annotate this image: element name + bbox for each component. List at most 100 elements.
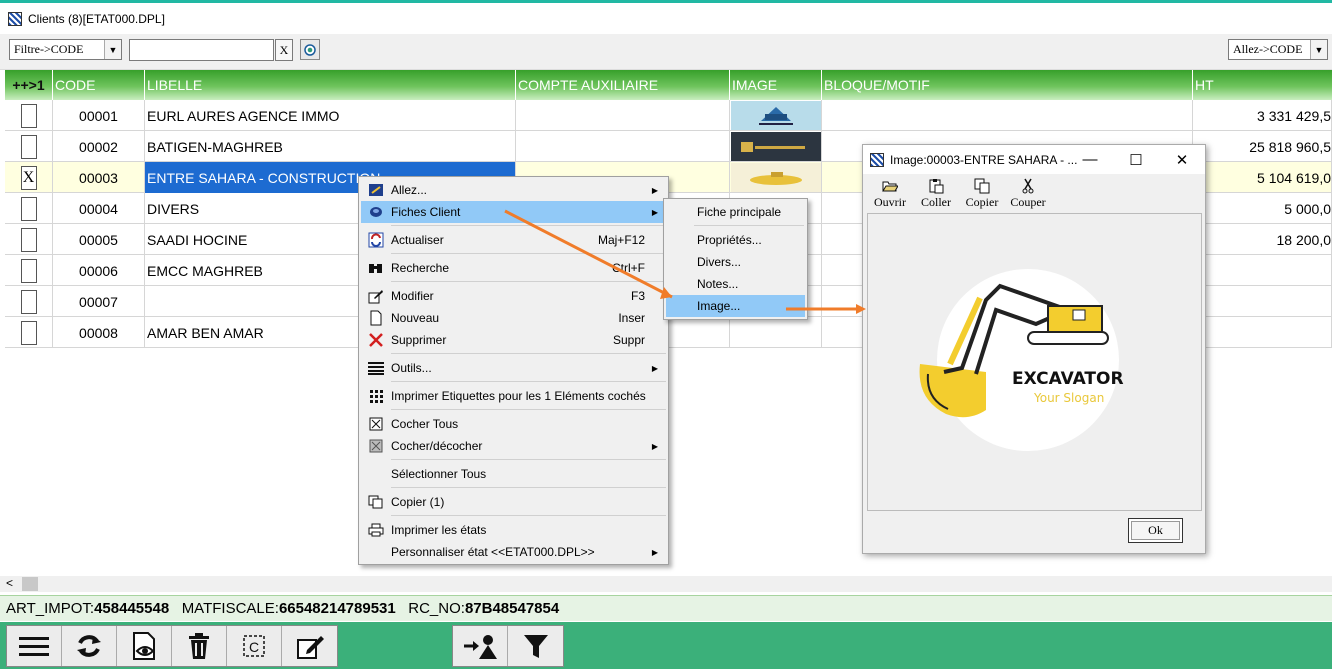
maximize-button[interactable]: ☐: [1113, 145, 1159, 174]
row-checkbox[interactable]: [20, 134, 37, 159]
menu-item-modifier[interactable]: Modifier F3: [361, 285, 666, 307]
ok-button[interactable]: Ok: [1128, 518, 1183, 543]
row-checkbox[interactable]: [20, 103, 37, 128]
scissors-icon: [1022, 178, 1034, 194]
column-header-compte[interactable]: COMPTE AUXILIAIRE: [516, 70, 730, 100]
cell-ht: 18 200,0: [1193, 224, 1332, 255]
toggle-check-icon: [369, 439, 383, 453]
menu-button[interactable]: [7, 626, 62, 666]
menu-item-supprimer[interactable]: Supprimer Suppr: [361, 329, 666, 351]
client-card-icon: [370, 207, 382, 217]
chevron-right-icon: ▶: [651, 547, 658, 557]
cell-bloque: [822, 100, 1193, 131]
filter-button[interactable]: [508, 626, 563, 666]
delete-button[interactable]: [172, 626, 227, 666]
image-window-title: Image:00003-ENTRE SAHARA - ...: [890, 152, 1078, 167]
labels-grid-icon: [370, 390, 383, 403]
menu-item-cocher-tous[interactable]: Cocher Tous: [361, 413, 666, 435]
row-checkbox[interactable]: [20, 320, 37, 345]
image-toolbar: Ouvrir Coller Copier Couper: [867, 177, 1051, 213]
menu-item-nouveau[interactable]: Nouveau Inser: [361, 307, 666, 329]
row-checkbox[interactable]: [20, 289, 37, 314]
menu-separator: [391, 281, 666, 282]
row-checkbox[interactable]: X: [20, 165, 37, 190]
cell-ht: 5 104 619,0: [1193, 162, 1332, 193]
menu-item-label: Imprimer Etiquettes pour les 1 Eléments …: [391, 389, 646, 403]
edit-button[interactable]: [282, 626, 337, 666]
menu-item-fiches-client[interactable]: Fiches Client ▶: [361, 201, 666, 223]
column-header-code[interactable]: CODE: [53, 70, 145, 100]
submenu-item-fiche-principale[interactable]: Fiche principale: [666, 201, 805, 223]
chevron-right-icon: ▶: [651, 441, 658, 451]
submenu-item-proprietes[interactable]: Propriétés...: [666, 229, 805, 251]
preview-button[interactable]: [300, 39, 320, 60]
menu-item-label: Recherche: [391, 261, 450, 275]
cell-ht: 3 331 429,5: [1193, 100, 1332, 131]
cell-ht: [1193, 286, 1332, 317]
goto-person-button[interactable]: [453, 626, 508, 666]
menu-item-outils[interactable]: Outils... ▶: [361, 357, 666, 379]
paste-tool[interactable]: Coller: [913, 177, 959, 213]
submenu-item-image[interactable]: Image...: [666, 295, 805, 317]
menu-item-label: Copier (1): [391, 495, 445, 509]
row-checkbox[interactable]: [20, 227, 37, 252]
column-header-bloque[interactable]: BLOQUE/MOTIF: [822, 70, 1193, 100]
column-header-check[interactable]: ++>1: [5, 70, 53, 100]
menu-item-selectionner-tous[interactable]: Sélectionner Tous: [361, 463, 666, 485]
document-eye-icon: [133, 632, 155, 660]
chevron-right-icon: ▶: [651, 185, 658, 195]
menu-item-allez[interactable]: Allez... ▶: [361, 179, 666, 201]
scrollbar-thumb[interactable]: [22, 577, 38, 591]
cell-image: [730, 162, 822, 193]
menu-item-recherche[interactable]: Recherche Ctrl+F: [361, 257, 666, 279]
row-checkbox[interactable]: [20, 196, 37, 221]
clear-search-button[interactable]: X: [275, 39, 293, 61]
menu-separator: [694, 225, 804, 226]
row-checkbox[interactable]: [20, 258, 37, 283]
submenu-item-notes[interactable]: Notes...: [666, 273, 805, 295]
cell-compte: [516, 131, 730, 162]
cell-image: [730, 317, 822, 348]
trash-icon: [189, 633, 209, 659]
menu-item-label: Actualiser: [391, 233, 444, 247]
check-all-icon: [369, 417, 383, 431]
menu-item-actualiser[interactable]: Actualiser Maj+F12: [361, 229, 666, 251]
search-input[interactable]: [129, 39, 274, 61]
menu-item-personnaliser-etat[interactable]: Personnaliser état <<ETAT000.DPL>> ▶: [361, 541, 666, 563]
table-row[interactable]: 00001 EURL AURES AGENCE IMMO 3 331 429,5: [5, 100, 1332, 131]
column-header-image[interactable]: IMAGE: [730, 70, 822, 100]
refresh-icon: [368, 232, 384, 248]
minimize-button[interactable]: —: [1067, 145, 1113, 174]
menu-separator: [391, 515, 666, 516]
column-header-ht[interactable]: HT: [1193, 70, 1332, 100]
copy-tool[interactable]: Copier: [959, 177, 1005, 213]
cut-tool[interactable]: Couper: [1005, 177, 1051, 213]
close-button[interactable]: ✕: [1159, 145, 1205, 174]
rc-no-label: RC_NO:: [408, 600, 465, 617]
scroll-left-icon[interactable]: <: [6, 576, 13, 590]
menu-item-shortcut: Maj+F12: [597, 233, 645, 247]
horizontal-scrollbar[interactable]: <: [0, 576, 1332, 592]
goto-select[interactable]: Allez->CODE ▼: [1228, 39, 1328, 60]
eye-icon: [304, 43, 316, 56]
refresh-button[interactable]: [62, 626, 117, 666]
menu-item-shortcut: Ctrl+F: [612, 261, 645, 275]
filter-select[interactable]: Filtre->CODE ▼: [9, 39, 122, 60]
menu-item-cocher-decocher[interactable]: Cocher/décocher ▶: [361, 435, 666, 457]
copy-code-button[interactable]: C: [227, 626, 282, 666]
window-titlebar: Clients (8)[ETAT000.DPL]: [0, 0, 1332, 34]
open-tool[interactable]: Ouvrir: [867, 177, 913, 213]
maximize-icon: ☐: [1129, 151, 1143, 169]
menu-item-imprimer-etiquettes[interactable]: Imprimer Etiquettes pour les 1 Eléments …: [361, 385, 666, 407]
cell-code: 00001: [53, 100, 145, 131]
menu-item-label: Outils...: [391, 361, 432, 375]
menu-item-label: Modifier: [391, 289, 434, 303]
submenu-item-divers[interactable]: Divers...: [666, 251, 805, 273]
menu-item-copier[interactable]: Copier (1): [361, 491, 666, 513]
menu-item-imprimer-etats[interactable]: Imprimer les états: [361, 519, 666, 541]
thumbnail-image: [730, 101, 821, 130]
preview-document-button[interactable]: [117, 626, 172, 666]
copy-icon: [368, 495, 383, 509]
bottom-toolbar: C: [0, 622, 1332, 669]
column-header-libelle[interactable]: LIBELLE: [145, 70, 516, 100]
